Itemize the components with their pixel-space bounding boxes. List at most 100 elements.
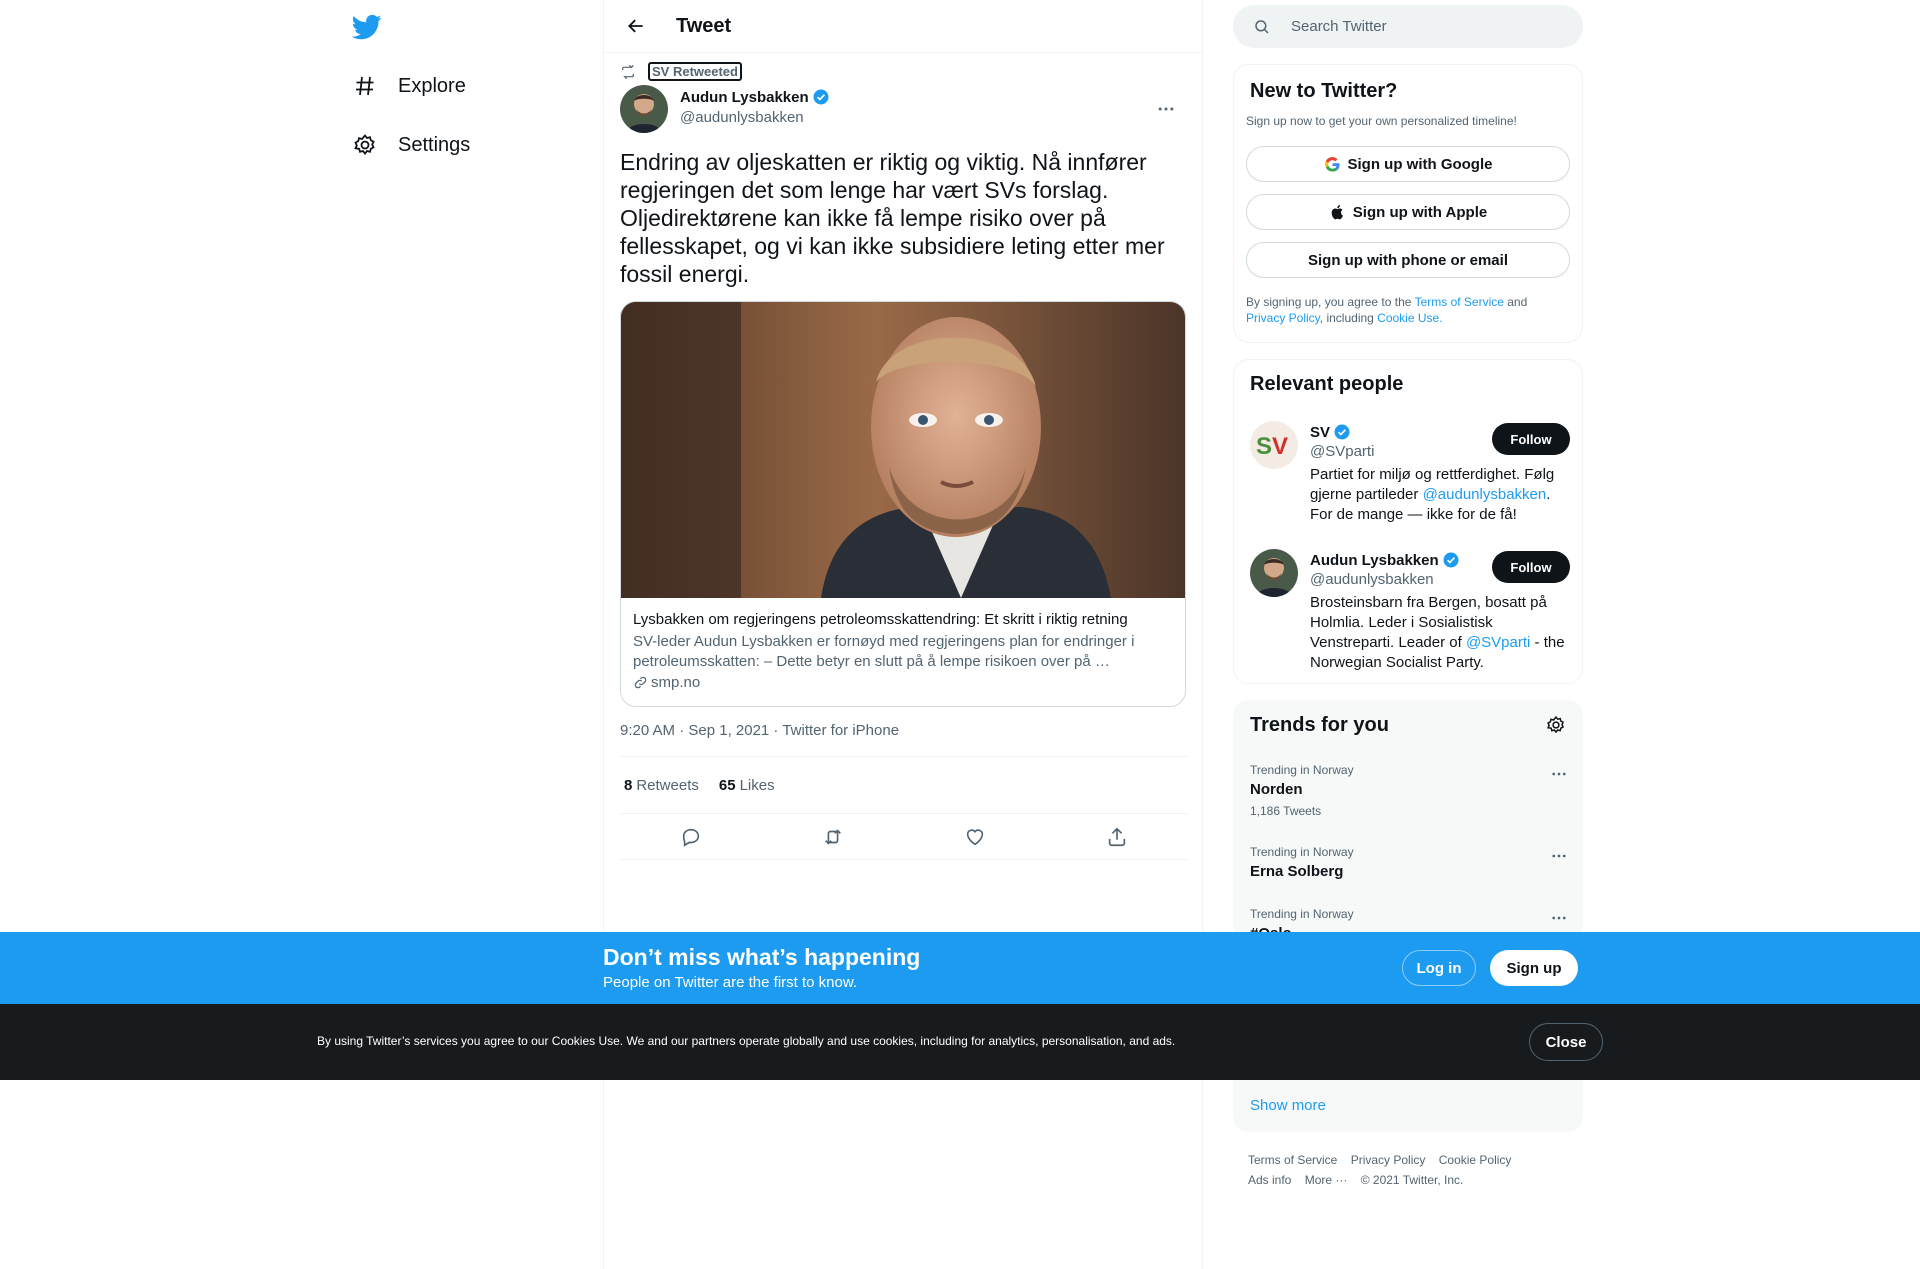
- follow-button[interactable]: Follow: [1492, 423, 1570, 455]
- signup-apple-label: Sign up with Apple: [1352, 203, 1488, 221]
- login-prompt-bar: Don’t miss what’s happening People on Tw…: [0, 932, 1920, 1004]
- card-title: Lysbakken om regjeringens petroleomsskat…: [633, 611, 1128, 628]
- retweeted-by-link[interactable]: SV Retweeted: [648, 62, 742, 81]
- trend-more-button[interactable]: [1548, 907, 1570, 929]
- footer-link[interactable]: Privacy Policy: [1351, 1153, 1426, 1167]
- signup-apple-button[interactable]: Sign up with Apple: [1246, 194, 1570, 230]
- verified-badge-icon: [1443, 552, 1459, 568]
- search-bar[interactable]: [1233, 5, 1583, 48]
- person-bio: Partiet for miljø og rettferdighet. Følg…: [1310, 465, 1572, 525]
- person-handle[interactable]: @audunlysbakken: [1310, 571, 1434, 588]
- trend-count: 1,186 Tweets: [1250, 804, 1322, 818]
- link-icon: [634, 676, 647, 689]
- more-dots-icon: [1552, 772, 1566, 776]
- trend-context: Trending in Norway: [1250, 907, 1354, 921]
- signup-google-button[interactable]: Sign up with Google: [1246, 146, 1570, 182]
- trend-more-button[interactable]: [1548, 845, 1570, 867]
- footer: Terms of Service Privacy Policy Cookie P…: [1248, 1150, 1578, 1190]
- google-icon: [1324, 155, 1342, 173]
- more-dots-icon: [1552, 916, 1566, 920]
- card-domain: smp.no: [633, 674, 1173, 691]
- privacy-link[interactable]: Privacy Policy: [1246, 311, 1320, 325]
- arrow-left-icon: [628, 19, 643, 33]
- trend-name: Erna Solberg: [1250, 863, 1344, 880]
- hashtag-icon: [352, 73, 378, 99]
- more-dots-icon: [1552, 854, 1566, 858]
- person-name[interactable]: Audun Lysbakken: [1310, 551, 1460, 569]
- nav-settings-label: Settings: [398, 133, 471, 156]
- link-card[interactable]: Lysbakken om regjeringens petroleomsskat…: [620, 301, 1186, 707]
- footer-link[interactable]: Ads info: [1248, 1173, 1291, 1187]
- retweets-label: Retweets: [636, 776, 699, 794]
- new-to-twitter-title: New to Twitter?: [1250, 80, 1398, 102]
- author-name[interactable]: Audun Lysbakken: [680, 88, 830, 106]
- person-name-text[interactable]: Audun Lysbakken: [1310, 552, 1439, 569]
- avatar[interactable]: SV: [1250, 421, 1298, 469]
- author-handle[interactable]: @audunlysbakken: [680, 109, 804, 126]
- tweet-timestamp[interactable]: 9:20 AM · Sep 1, 2021 · Twitter for iPho…: [620, 722, 899, 739]
- cookie-consent-bar: By using Twitter’s services you agree to…: [0, 1004, 1920, 1080]
- svg-text:V: V: [1272, 433, 1288, 460]
- more-options-button[interactable]: [1154, 97, 1178, 121]
- bio-mention-link[interactable]: @audunlysbakken: [1423, 486, 1547, 503]
- trend-item[interactable]: Trending in Norway Erna Solberg: [1250, 845, 1570, 880]
- log-in-button[interactable]: Log in: [1402, 950, 1476, 986]
- card-domain-text: smp.no: [651, 674, 701, 691]
- share-button[interactable]: [1100, 820, 1134, 854]
- show-more-link[interactable]: Show more: [1250, 1097, 1326, 1114]
- card-image: [621, 302, 1185, 598]
- login-bar-heading: Don’t miss what’s happening: [603, 944, 921, 970]
- copyright: © 2021 Twitter, Inc.: [1360, 1173, 1464, 1187]
- terms-link[interactable]: Terms of Service: [1415, 295, 1504, 309]
- person-handle[interactable]: @SVparti: [1310, 443, 1374, 460]
- sign-up-button[interactable]: Sign up: [1490, 950, 1578, 986]
- main-header: Tweet: [604, 0, 1202, 53]
- search-input[interactable]: [1291, 18, 1551, 35]
- person-bio: Brosteinsbarn fra Bergen, bosatt på Holm…: [1310, 593, 1572, 673]
- likes-stat[interactable]: 65 Likes: [719, 777, 775, 794]
- cookie-close-button[interactable]: Close: [1529, 1023, 1603, 1061]
- trend-context: Trending in Norway: [1250, 845, 1354, 859]
- nav-settings[interactable]: Settings: [352, 123, 470, 167]
- author-name-text[interactable]: Audun Lysbakken: [680, 89, 809, 106]
- footer-more-link[interactable]: More ···: [1305, 1173, 1348, 1187]
- person-card[interactable]: SV SV @SVparti Follow Partiet for miljø …: [1250, 421, 1570, 531]
- trends-title: Trends for you: [1250, 714, 1389, 736]
- footer-link[interactable]: Terms of Service: [1248, 1153, 1337, 1167]
- apple-icon: [1329, 203, 1347, 221]
- retweets-stat[interactable]: 8 Retweets: [624, 777, 699, 794]
- retweet-button[interactable]: [816, 820, 850, 854]
- login-bar-subtitle: People on Twitter are the first to know.: [603, 974, 858, 991]
- legal-text-3: , including: [1319, 311, 1378, 325]
- footer-link[interactable]: Cookie Policy: [1439, 1153, 1512, 1167]
- trend-name: Norden: [1250, 781, 1303, 798]
- signup-legal-text: By signing up, you agree to the Terms of…: [1246, 294, 1566, 326]
- reply-button[interactable]: [674, 820, 708, 854]
- relevant-people-title: Relevant people: [1250, 373, 1404, 395]
- person-name[interactable]: SV: [1310, 423, 1351, 441]
- person-card[interactable]: Audun Lysbakken @audunlysbakken Follow B…: [1250, 549, 1570, 671]
- signup-google-label: Sign up with Google: [1347, 155, 1493, 173]
- cookie-use-link[interactable]: Cookie Use.: [1377, 311, 1442, 325]
- trends-settings-button[interactable]: [1546, 715, 1568, 737]
- trend-more-button[interactable]: [1548, 763, 1570, 785]
- nav-explore[interactable]: Explore: [352, 64, 466, 108]
- svg-text:S: S: [1256, 433, 1272, 460]
- legal-text-2: and: [1503, 295, 1528, 309]
- retweet-icon: [825, 828, 841, 845]
- retweeted-indicator: SV Retweeted: [620, 62, 742, 81]
- signup-phone-email-button[interactable]: Sign up with phone or email: [1246, 242, 1570, 278]
- bio-mention-link[interactable]: @SVparti: [1466, 634, 1530, 651]
- avatar[interactable]: [620, 85, 668, 133]
- back-button[interactable]: [618, 8, 654, 44]
- reply-icon: [682, 828, 700, 847]
- trend-item[interactable]: Trending in Norway Norden 1,186 Tweets: [1250, 763, 1570, 818]
- signup-phone-label: Sign up with phone or email: [1307, 251, 1508, 269]
- nav-explore-label: Explore: [398, 74, 466, 97]
- like-button[interactable]: [958, 820, 992, 854]
- verified-badge-icon: [1334, 424, 1350, 440]
- person-name-text[interactable]: SV: [1310, 424, 1330, 441]
- follow-button[interactable]: Follow: [1492, 551, 1570, 583]
- twitter-logo-icon[interactable]: [351, 12, 382, 42]
- avatar[interactable]: [1250, 549, 1298, 597]
